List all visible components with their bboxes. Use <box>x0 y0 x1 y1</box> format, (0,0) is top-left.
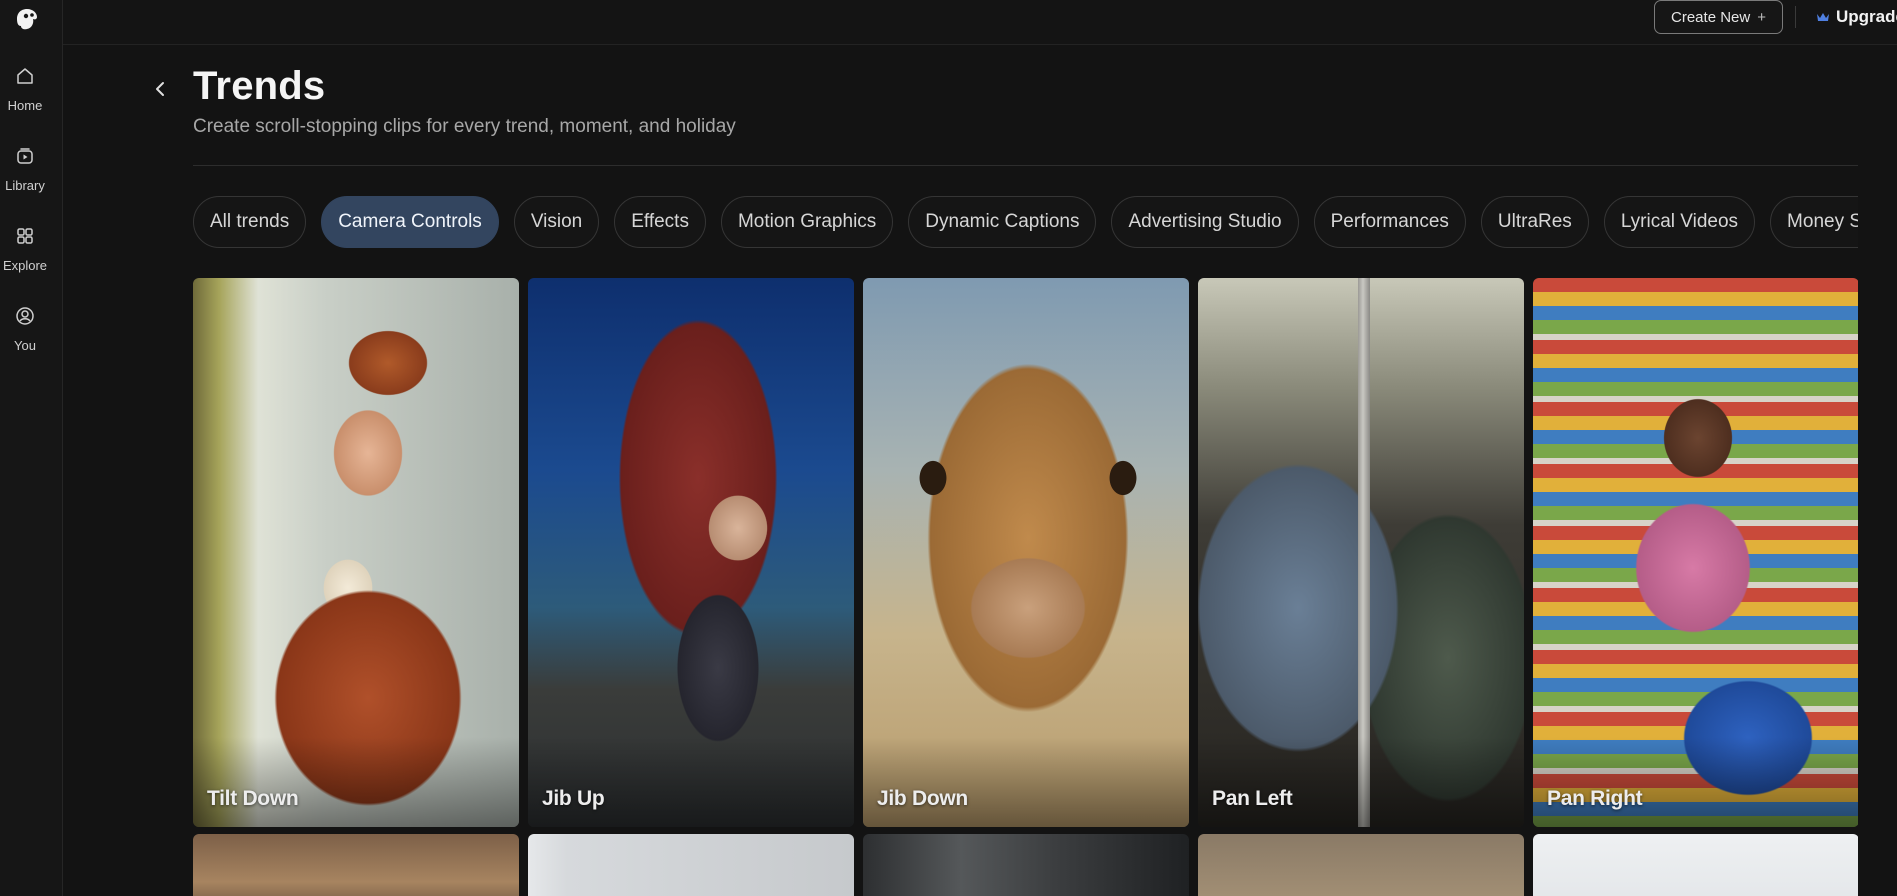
sidebar-item-explore[interactable]: Explore <box>0 225 50 273</box>
tab-advertising-studio[interactable]: Advertising Studio <box>1111 196 1299 248</box>
card-label: Jib Up <box>542 787 605 810</box>
card-shade <box>1198 737 1524 827</box>
sidebar-item-you[interactable]: You <box>0 305 50 353</box>
card-label: Pan Left <box>1212 787 1293 810</box>
home-icon <box>14 65 36 92</box>
sidebar-item-label: Explore <box>2 258 48 273</box>
page-subtitle: Create scroll-stopping clips for every t… <box>193 116 736 137</box>
trend-grid: Tilt Down Jib Up Jib Down Pan Left Pan R… <box>193 278 1858 896</box>
tab-camera-controls[interactable]: Camera Controls <box>321 196 499 248</box>
create-new-label: Create New <box>1671 8 1751 26</box>
tab-money-shot[interactable]: Money Shot <box>1770 196 1858 248</box>
card-shade <box>193 737 519 827</box>
divider <box>193 165 1858 166</box>
user-icon <box>14 305 36 332</box>
card-shade <box>863 737 1189 827</box>
grid-icon <box>14 225 36 252</box>
trend-card[interactable]: Pan Left <box>1198 278 1524 827</box>
tab-all-trends[interactable]: All trends <box>193 196 307 248</box>
app-logo-icon[interactable] <box>12 6 40 32</box>
card-shade <box>1533 737 1858 827</box>
trend-card[interactable] <box>528 834 854 896</box>
back-arrow-icon[interactable] <box>150 78 170 100</box>
sidebar: Home Library Explore You <box>0 0 63 896</box>
library-icon <box>14 145 36 172</box>
card-shade <box>528 737 854 827</box>
upgrade-button[interactable]: Upgrade <box>1816 6 1897 28</box>
sidebar-item-library[interactable]: Library <box>0 145 50 193</box>
tab-lyrical-videos[interactable]: Lyrical Videos <box>1603 196 1756 248</box>
tab-effects[interactable]: Effects <box>614 196 706 248</box>
tab-ultrares[interactable]: UltraRes <box>1480 196 1589 248</box>
trend-card[interactable] <box>1198 834 1524 896</box>
crown-icon <box>1816 11 1830 23</box>
category-tabs: All trends Camera Controls Vision Effect… <box>193 196 1858 248</box>
card-label: Jib Down <box>877 787 968 810</box>
top-bar: Create New + Upgrade K <box>63 0 1897 45</box>
trend-card[interactable]: Jib Down <box>863 278 1189 827</box>
trend-card[interactable]: Pan Right <box>1533 278 1858 827</box>
trend-card[interactable] <box>863 834 1189 896</box>
sidebar-item-label: You <box>14 338 36 353</box>
tab-vision[interactable]: Vision <box>513 196 600 248</box>
trend-card[interactable]: Jib Up <box>528 278 854 827</box>
page-title: Trends <box>193 64 326 108</box>
card-label: Tilt Down <box>207 787 299 810</box>
divider <box>1795 6 1796 28</box>
sidebar-item-label: Home <box>7 98 43 113</box>
card-label: Pan Right <box>1547 787 1643 810</box>
trend-card[interactable] <box>193 834 519 896</box>
sidebar-item-home[interactable]: Home <box>0 65 50 113</box>
tab-performances[interactable]: Performances <box>1313 196 1466 248</box>
sidebar-item-label: Library <box>5 178 45 193</box>
upgrade-label: Upgrade <box>1836 7 1897 26</box>
plus-icon: + <box>1757 8 1766 26</box>
create-new-button[interactable]: Create New + <box>1654 0 1783 34</box>
tab-dynamic-captions[interactable]: Dynamic Captions <box>908 196 1097 248</box>
trend-card[interactable] <box>1533 834 1858 896</box>
trend-card[interactable]: Tilt Down <box>193 278 519 827</box>
tab-motion-graphics[interactable]: Motion Graphics <box>720 196 894 248</box>
